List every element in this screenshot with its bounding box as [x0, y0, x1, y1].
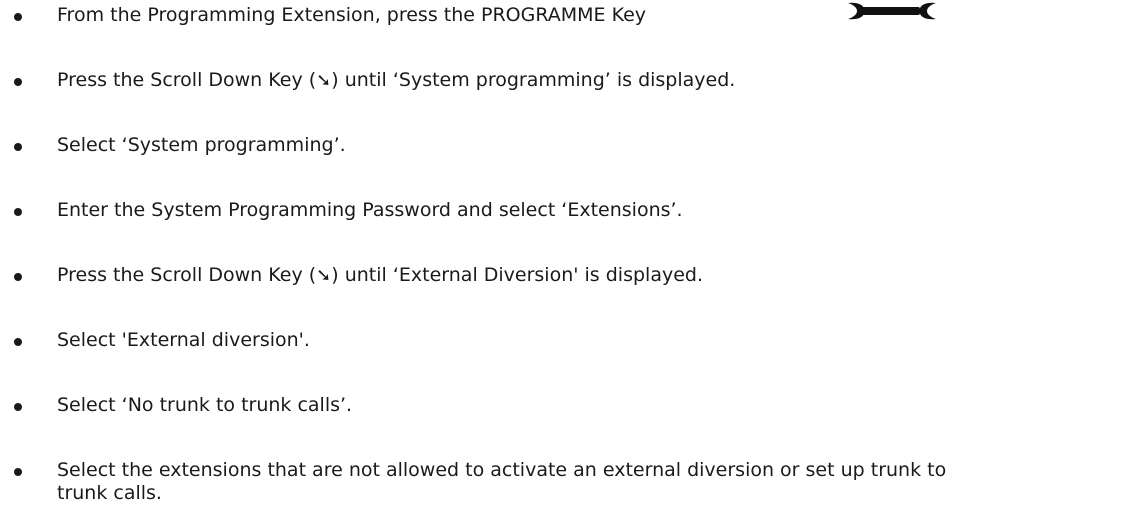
step-text-line-2: trunk calls.	[57, 482, 162, 504]
bullet-dot	[14, 208, 22, 216]
list-item: From the Programming Extension, press th…	[0, 4, 1137, 27]
bullet-dot	[14, 273, 22, 281]
list-item: Select ‘No trunk to trunk calls’.	[0, 394, 1137, 417]
step-text: Select 'External diversion'.	[57, 329, 310, 351]
step-text: Enter the System Programming Password an…	[57, 199, 683, 221]
step-text-line-1: Select the extensions that are not allow…	[57, 459, 947, 481]
list-item: Select ‘System programming’.	[0, 134, 1137, 157]
list-item: Enter the System Programming Password an…	[0, 199, 1137, 222]
instruction-page: From the Programming Extension, press th…	[0, 0, 1137, 504]
bullet-dot	[14, 78, 22, 86]
bullet-dot	[14, 338, 22, 346]
instruction-list: From the Programming Extension, press th…	[0, 0, 1137, 504]
bullet-dot	[14, 403, 22, 411]
scroll-down-arrow-icon: ➘	[316, 265, 332, 286]
wrench-icon	[848, 2, 936, 20]
step-text: Select ‘System programming’.	[57, 134, 346, 156]
bullet-dot	[14, 143, 22, 151]
step-text-after: ) until ‘System programming’ is displaye…	[331, 69, 736, 91]
list-item: Select the extensions that are not allow…	[0, 459, 1137, 505]
list-item: Select 'External diversion'.	[0, 329, 1137, 352]
step-text-before: Press the Scroll Down Key (	[57, 69, 317, 91]
list-item: Press the Scroll Down Key (➘) until ‘Ext…	[0, 264, 1137, 287]
step-text-after: ) until ‘External Diversion' is displaye…	[331, 264, 703, 286]
step-text-before: Press the Scroll Down Key (	[57, 264, 317, 286]
list-item: Press the Scroll Down Key (➘) until ‘Sys…	[0, 69, 1137, 92]
bullet-dot	[14, 468, 22, 476]
bullet-dot	[14, 13, 22, 21]
step-text: From the Programming Extension, press th…	[57, 4, 647, 26]
scroll-down-arrow-icon: ➘	[316, 70, 332, 91]
step-text: Select ‘No trunk to trunk calls’.	[57, 394, 353, 416]
